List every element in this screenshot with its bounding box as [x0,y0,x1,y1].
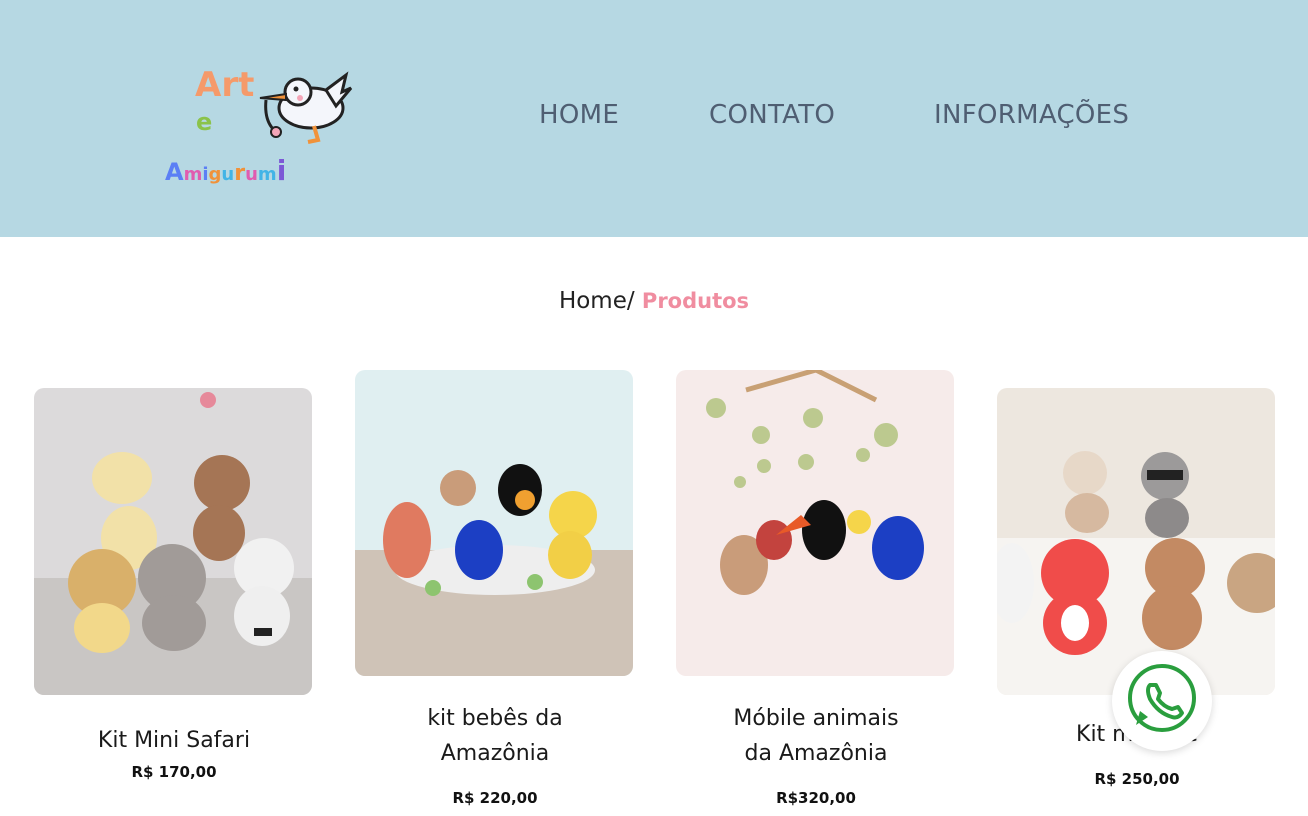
site-header: Art e Amigurumi HOME CONTATO INFORMAÇÕES [0,0,1308,237]
product-title[interactable]: kit bebês da Amazônia [395,701,595,771]
product-title-line1: Móbile animais [733,706,899,731]
breadcrumb-home[interactable]: Home/ [559,288,635,314]
product-card[interactable]: Kit Mini Safari R$ 170,00 [34,388,314,781]
product-title-line2: Amazônia [440,741,550,766]
product-price: R$ 220,00 [452,789,538,807]
nav-contato[interactable]: CONTATO [709,100,835,130]
breadcrumb-current: Produtos [641,289,750,313]
product-title-line2: da Amazônia [744,741,888,766]
product-title[interactable]: Móbile animais da Amazônia [716,701,916,771]
breadcrumb: Home/ Produtos [0,288,1308,314]
svg-text:e: e [196,108,212,136]
product-title-line1: kit bebês da [427,706,563,731]
product-price: R$ 170,00 [131,763,217,781]
product-image[interactable] [676,370,954,676]
product-price: R$ 250,00 [1094,770,1180,788]
product-title[interactable]: Kit Mini Safari [34,723,314,758]
whatsapp-icon [1128,664,1196,732]
site-logo[interactable]: Art e Amigurumi [160,58,360,193]
nav-informacoes[interactable]: INFORMAÇÕES [934,100,1129,130]
whatsapp-button[interactable] [1112,651,1212,751]
product-image[interactable] [34,388,312,695]
product-price: R$320,00 [776,789,856,807]
product-card[interactable]: Móbile animais da Amazônia R$320,00 [676,370,956,807]
nav-home[interactable]: HOME [539,100,619,130]
svg-text:Art: Art [195,65,254,105]
svg-text:Amigurumi: Amigurumi [165,154,286,187]
product-card[interactable]: kit bebês da Amazônia R$ 220,00 [355,370,635,807]
product-image[interactable] [997,388,1275,695]
product-image[interactable] [355,370,633,676]
